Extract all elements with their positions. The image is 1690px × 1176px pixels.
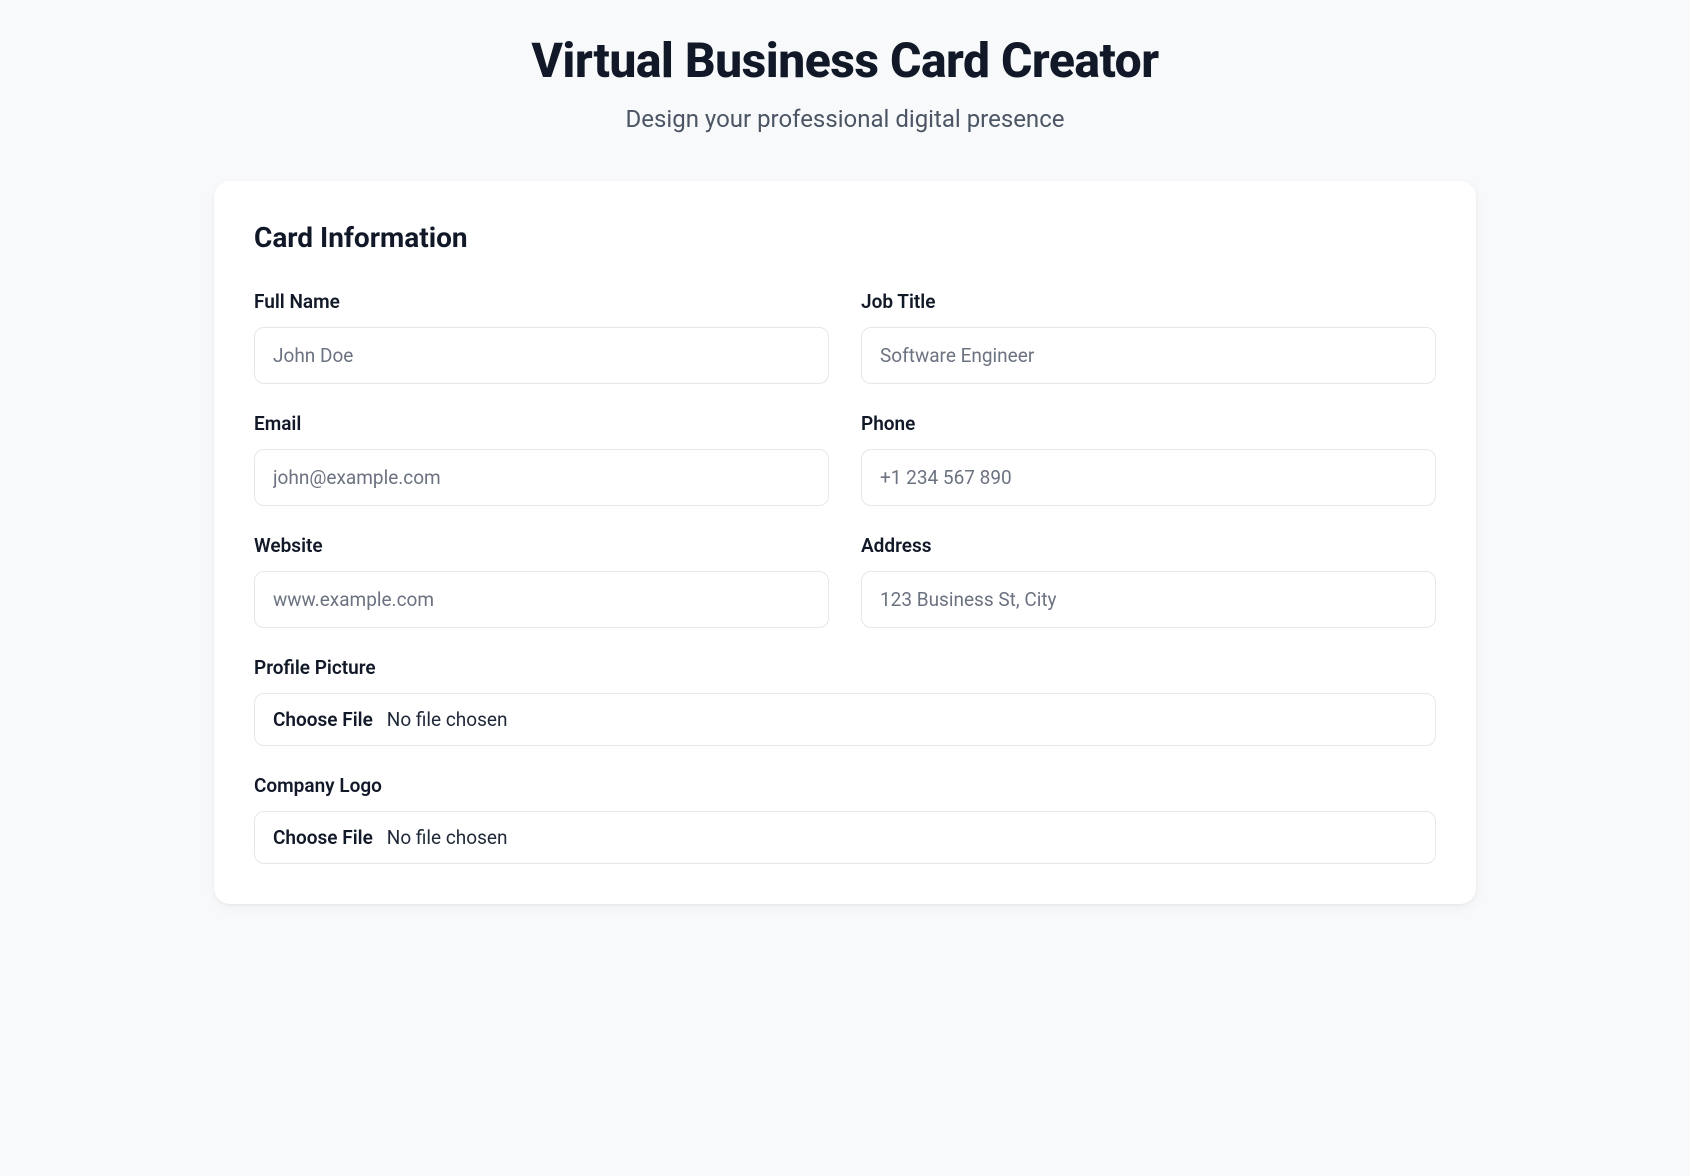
page-title: Virtual Business Card Creator bbox=[214, 32, 1476, 89]
website-label: Website bbox=[254, 534, 829, 557]
address-input[interactable] bbox=[861, 571, 1436, 628]
form-grid: Full Name Job Title Email Phone Website bbox=[254, 290, 1436, 864]
job-title-input[interactable] bbox=[861, 327, 1436, 384]
profile-picture-label: Profile Picture bbox=[254, 656, 1436, 679]
website-group: Website bbox=[254, 534, 829, 628]
company-logo-file-wrapper[interactable]: Choose File No file chosen bbox=[254, 811, 1436, 864]
profile-picture-choose-button: Choose File bbox=[273, 708, 373, 731]
card-information-panel: Card Information Full Name Job Title Ema… bbox=[214, 181, 1476, 904]
page-subtitle: Design your professional digital presenc… bbox=[214, 105, 1476, 133]
phone-label: Phone bbox=[861, 412, 1436, 435]
full-name-group: Full Name bbox=[254, 290, 829, 384]
page-header: Virtual Business Card Creator Design you… bbox=[214, 32, 1476, 133]
profile-picture-file-status: No file chosen bbox=[387, 708, 508, 731]
website-input[interactable] bbox=[254, 571, 829, 628]
company-logo-file-status: No file chosen bbox=[387, 826, 508, 849]
company-logo-choose-button: Choose File bbox=[273, 826, 373, 849]
profile-picture-group: Profile Picture Choose File No file chos… bbox=[254, 656, 1436, 746]
phone-input[interactable] bbox=[861, 449, 1436, 506]
section-title: Card Information bbox=[254, 221, 1436, 254]
email-group: Email bbox=[254, 412, 829, 506]
address-group: Address bbox=[861, 534, 1436, 628]
company-logo-label: Company Logo bbox=[254, 774, 1436, 797]
full-name-input[interactable] bbox=[254, 327, 829, 384]
full-name-label: Full Name bbox=[254, 290, 829, 313]
email-input[interactable] bbox=[254, 449, 829, 506]
phone-group: Phone bbox=[861, 412, 1436, 506]
address-label: Address bbox=[861, 534, 1436, 557]
email-label: Email bbox=[254, 412, 829, 435]
company-logo-group: Company Logo Choose File No file chosen bbox=[254, 774, 1436, 864]
job-title-label: Job Title bbox=[861, 290, 1436, 313]
profile-picture-file-wrapper[interactable]: Choose File No file chosen bbox=[254, 693, 1436, 746]
job-title-group: Job Title bbox=[861, 290, 1436, 384]
